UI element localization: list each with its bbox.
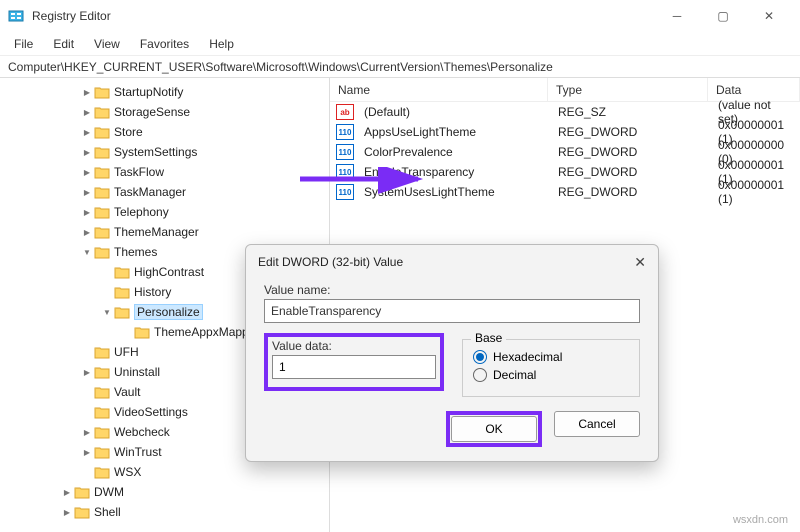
tree-label: TaskFlow	[114, 165, 164, 179]
value-name-input[interactable]	[264, 299, 640, 323]
chevron-icon[interactable]: ▼	[100, 307, 114, 318]
address-bar[interactable]: Computer\HKEY_CURRENT_USER\Software\Micr…	[0, 56, 800, 78]
tree-item[interactable]: ▶ SystemSettings	[0, 142, 329, 162]
tree-label: WinTrust	[114, 445, 162, 459]
value-type: REG_SZ	[550, 105, 710, 119]
tree-label: StorageSense	[114, 105, 190, 119]
base-fieldset: Base Hexadecimal Decimal	[462, 339, 640, 397]
tree-label: UFH	[114, 345, 139, 359]
tree-label: Shell	[94, 505, 121, 519]
tree-item[interactable]: ▶ Store	[0, 122, 329, 142]
tree-item[interactable]: ▶ Telephony	[0, 202, 329, 222]
radio-icon	[473, 350, 487, 364]
chevron-icon[interactable]: ▶	[80, 207, 94, 218]
tree-item[interactable]: ▶ Shell	[0, 502, 329, 522]
chevron-icon[interactable]: ▶	[80, 147, 94, 158]
dialog-close-button[interactable]: ✕	[634, 254, 646, 271]
radio-decimal[interactable]: Decimal	[473, 368, 629, 382]
value-data-label: Value data:	[272, 339, 436, 353]
value-name: ColorPrevalence	[356, 145, 550, 159]
titlebar: Registry Editor ─ ▢ ✕	[0, 0, 800, 32]
menu-file[interactable]: File	[4, 34, 43, 54]
tree-item[interactable]: ▶ ThemeManager	[0, 222, 329, 242]
tree-label: StartupNotify	[114, 85, 183, 99]
tree-item[interactable]: ▶ StartupNotify	[0, 82, 329, 102]
binary-value-icon: 110	[336, 144, 354, 160]
tree-item[interactable]: WSX	[0, 462, 329, 482]
value-type: REG_DWORD	[550, 145, 710, 159]
window-controls: ─ ▢ ✕	[654, 0, 792, 32]
value-data: 0x00000001 (1)	[710, 178, 800, 206]
chevron-icon[interactable]: ▶	[80, 187, 94, 198]
watermark: wsxdn.com	[733, 514, 788, 526]
value-type: REG_DWORD	[550, 185, 710, 199]
value-data-input[interactable]	[272, 355, 436, 379]
col-type[interactable]: Type	[548, 78, 708, 101]
annotation-arrow	[300, 167, 430, 197]
tree-item[interactable]: ▶ DWM	[0, 482, 329, 502]
tree-label: Themes	[114, 245, 157, 259]
value-type: REG_DWORD	[550, 165, 710, 179]
chevron-icon[interactable]: ▶	[80, 427, 94, 438]
chevron-icon[interactable]: ▶	[80, 87, 94, 98]
menu-favorites[interactable]: Favorites	[130, 34, 199, 54]
tree-label: DWM	[94, 485, 124, 499]
value-data-highlight: Value data:	[264, 333, 444, 391]
col-name[interactable]: Name	[330, 78, 548, 101]
value-name-label: Value name:	[264, 283, 640, 297]
regedit-icon	[8, 8, 24, 24]
menu-edit[interactable]: Edit	[43, 34, 84, 54]
tree-label: SystemSettings	[114, 145, 197, 159]
radio-hexadecimal[interactable]: Hexadecimal	[473, 350, 629, 364]
window-title: Registry Editor	[32, 9, 654, 23]
maximize-button[interactable]: ▢	[700, 0, 746, 32]
tree-label: Vault	[114, 385, 140, 399]
dialog-title: Edit DWORD (32-bit) Value	[258, 255, 403, 269]
chevron-icon[interactable]: ▶	[80, 107, 94, 118]
tree-label: Store	[114, 125, 143, 139]
tree-label: Uninstall	[114, 365, 160, 379]
menubar: File Edit View Favorites Help	[0, 32, 800, 56]
tree-label: Webcheck	[114, 425, 170, 439]
tree-label: WSX	[114, 465, 141, 479]
value-type: REG_DWORD	[550, 125, 710, 139]
menu-help[interactable]: Help	[199, 34, 244, 54]
chevron-icon[interactable]: ▶	[80, 367, 94, 378]
chevron-icon[interactable]: ▶	[80, 227, 94, 238]
ok-highlight: OK	[446, 411, 542, 447]
tree-item[interactable]: ▶ TaskManager	[0, 182, 329, 202]
chevron-icon[interactable]: ▶	[80, 127, 94, 138]
edit-dword-dialog: Edit DWORD (32-bit) Value ✕ Value name: …	[245, 244, 659, 462]
minimize-button[interactable]: ─	[654, 0, 700, 32]
cancel-button[interactable]: Cancel	[554, 411, 640, 437]
tree-label: ThemeManager	[114, 225, 199, 239]
tree-label: Telephony	[114, 205, 169, 219]
tree-label: ThemeAppxMapp	[154, 325, 249, 339]
radio-icon	[473, 368, 487, 382]
tree-label: Personalize	[134, 304, 203, 320]
binary-value-icon: 110	[336, 124, 354, 140]
chevron-icon[interactable]: ▶	[60, 507, 74, 518]
tree-item[interactable]: ▶ TaskFlow	[0, 162, 329, 182]
value-name: AppsUseLightTheme	[356, 125, 550, 139]
tree-label: HighContrast	[134, 265, 204, 279]
tree-label: VideoSettings	[114, 405, 188, 419]
tree-label: History	[134, 285, 171, 299]
tree-label: TaskManager	[114, 185, 186, 199]
ok-button[interactable]: OK	[451, 416, 537, 442]
chevron-icon[interactable]: ▶	[80, 447, 94, 458]
dialog-titlebar[interactable]: Edit DWORD (32-bit) Value ✕	[246, 245, 658, 279]
string-value-icon: ab	[336, 104, 354, 120]
chevron-icon[interactable]: ▶	[80, 167, 94, 178]
chevron-icon[interactable]: ▼	[80, 247, 94, 258]
close-button[interactable]: ✕	[746, 0, 792, 32]
base-label: Base	[471, 331, 506, 345]
value-name: (Default)	[356, 105, 550, 119]
tree-item[interactable]: ▶ StorageSense	[0, 102, 329, 122]
chevron-icon[interactable]: ▶	[60, 487, 74, 498]
menu-view[interactable]: View	[84, 34, 130, 54]
